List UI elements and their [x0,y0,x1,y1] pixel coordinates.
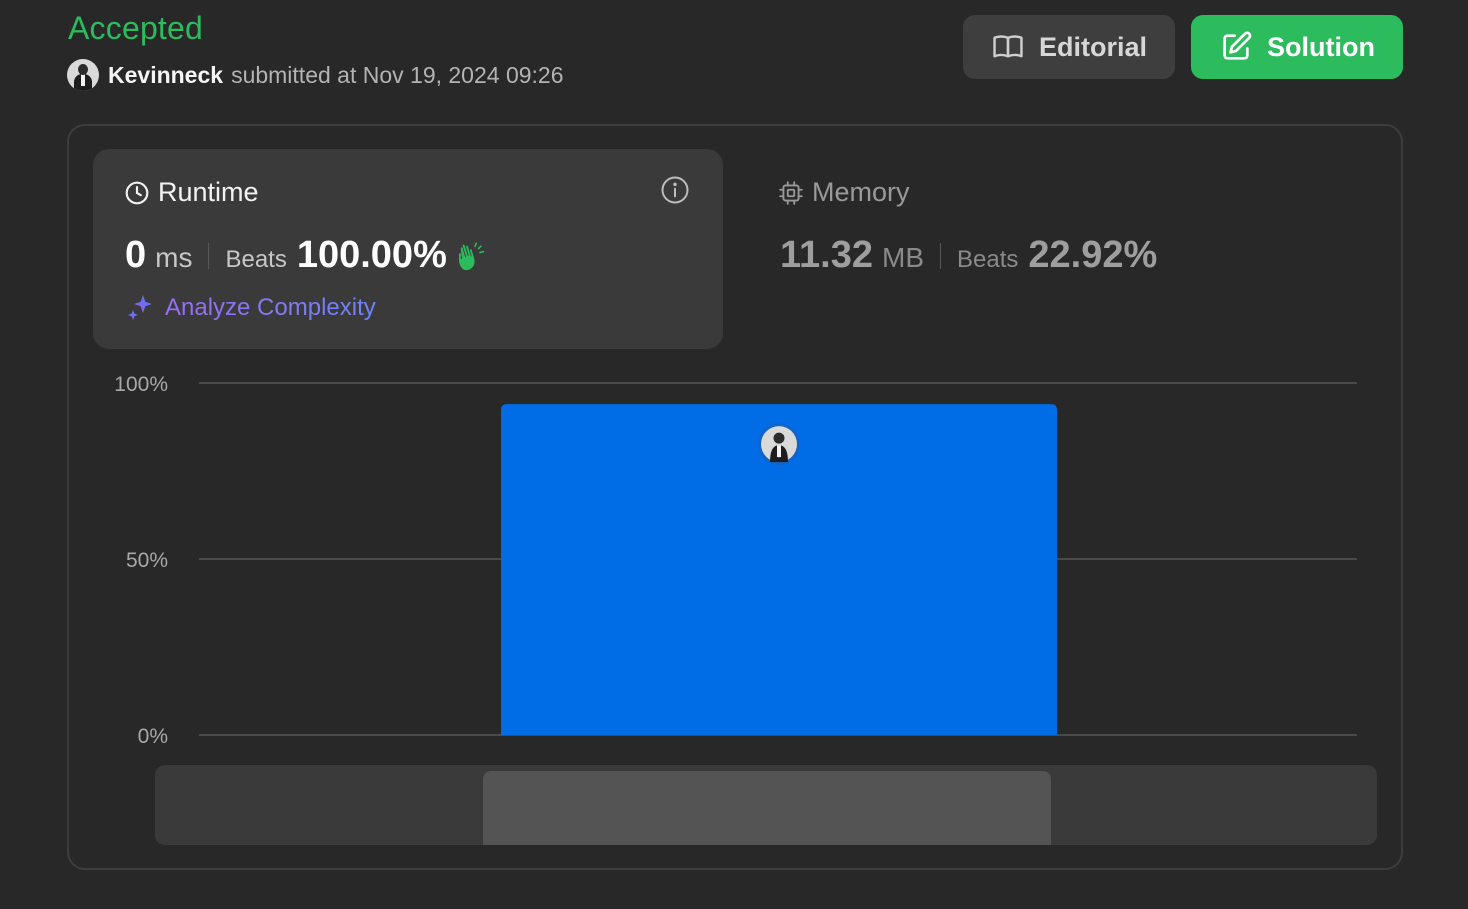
username-link[interactable]: Kevinneck [108,62,223,89]
sparkle-icon [125,292,157,324]
analyze-complexity-link[interactable]: Analyze Complexity [125,292,376,324]
analyze-complexity-label: Analyze Complexity [165,294,376,321]
solution-button[interactable]: Solution [1191,15,1403,79]
clap-icon [455,240,487,272]
status-title: Accepted [68,10,204,46]
submission-result-page: Accepted Kevinneck submitted at Nov 19, … [0,0,1468,909]
info-icon[interactable] [660,175,690,205]
runtime-label: Runtime [158,177,259,207]
editorial-label: Editorial [1038,31,1147,62]
memory-beats-value: 22.92% [1028,234,1158,276]
book-open-icon [991,30,1025,64]
memory-heading[interactable]: Memory [778,177,910,208]
runtime-beats-value: 100.00% [296,234,447,276]
editorial-button[interactable]: Editorial [963,15,1175,79]
chart-range-scroller[interactable] [155,765,1377,845]
memory-beats-label: Beats [957,246,1019,273]
divider [940,242,941,269]
chip-icon [778,180,804,206]
edit-icon [1219,30,1253,64]
submitted-timestamp: submitted at Nov 19, 2024 09:26 [231,61,564,88]
runtime-heading: Runtime [124,177,259,208]
user-avatar[interactable] [67,59,99,91]
solution-label: Solution [1267,31,1375,62]
divider [208,242,210,269]
runtime-beats-label: Beats [225,246,287,273]
memory-label: Memory [812,177,910,207]
runtime-unit: ms [155,242,193,273]
memory-values[interactable]: 11.32 MB Beats 22.92% [780,234,1157,277]
runtime-values: 0 ms Beats 100.00% [125,234,487,277]
runtime-value: 0 [125,234,147,276]
submitter-info: Kevinneck submitted at Nov 19, 2024 09:2… [67,58,564,92]
clock-icon [124,180,150,206]
scroller-thumb[interactable] [483,771,1051,845]
memory-unit: MB [882,242,924,273]
memory-value: 11.32 [780,234,873,276]
